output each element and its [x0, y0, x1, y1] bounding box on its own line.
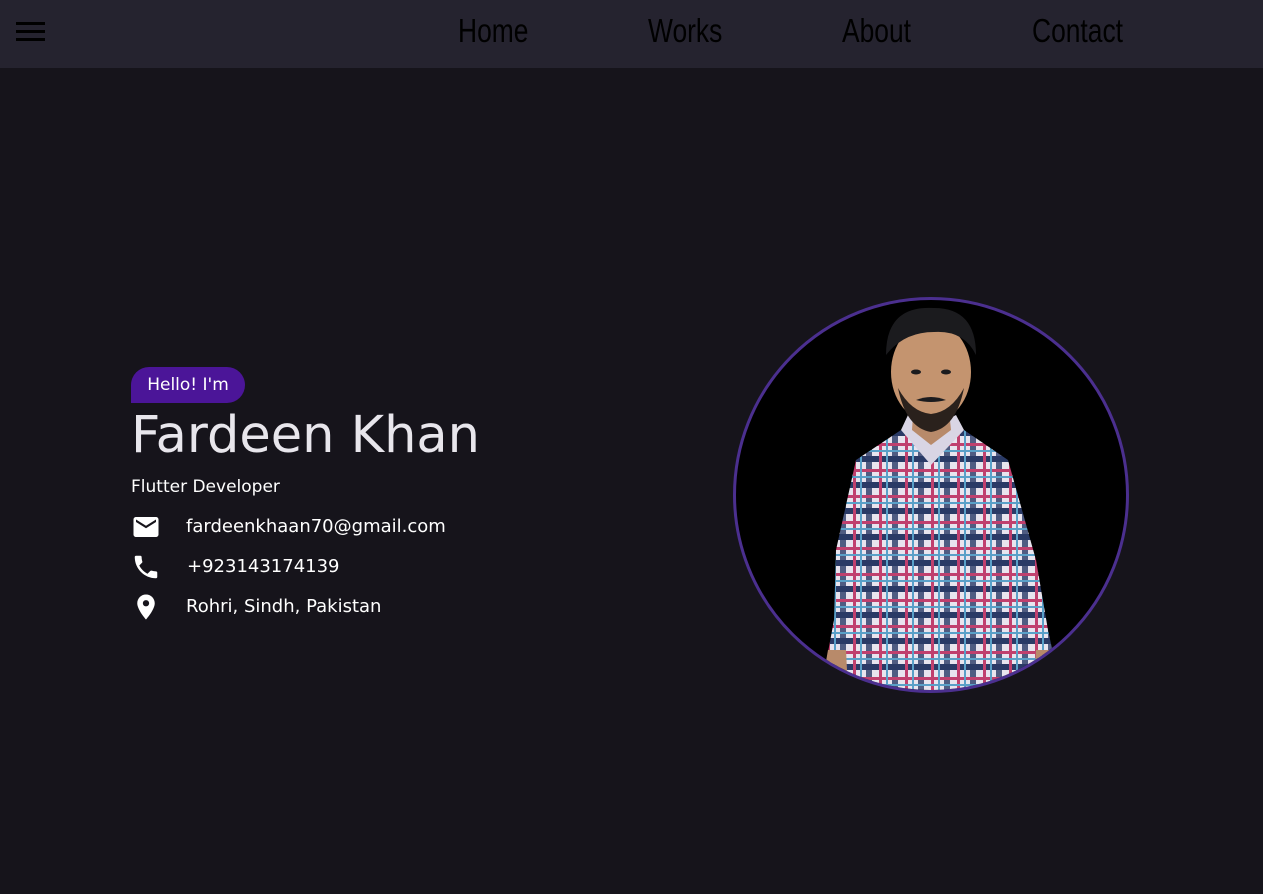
- contact-phone-row[interactable]: +923143174139: [131, 552, 531, 582]
- location-text: Rohri, Sindh, Pakistan: [186, 596, 382, 617]
- nav-link-home[interactable]: Home: [458, 12, 528, 50]
- nav-link-about[interactable]: About: [842, 12, 911, 50]
- avatar: [733, 297, 1129, 693]
- nav-link-contact[interactable]: Contact: [1032, 12, 1123, 50]
- contact-location-row: Rohri, Sindh, Pakistan: [131, 592, 531, 622]
- contact-email-row[interactable]: fardeenkhaan70@gmail.com: [131, 512, 531, 542]
- profile-photo: [821, 307, 1061, 690]
- mail-icon: [133, 517, 159, 537]
- phone-text: +923143174139: [187, 556, 340, 577]
- phone-icon: [134, 555, 158, 579]
- greeting-badge: Hello! I'm: [131, 367, 245, 403]
- email-text: fardeenkhaan70@gmail.com: [186, 516, 446, 537]
- name-heading: Fardeen Khan: [131, 406, 480, 465]
- job-title: Flutter Developer: [131, 477, 280, 497]
- hamburger-menu-icon[interactable]: [16, 20, 45, 44]
- navbar: Home Works About Contact: [0, 0, 1263, 68]
- nav-link-works[interactable]: Works: [648, 12, 722, 50]
- location-pin-icon: [137, 594, 155, 620]
